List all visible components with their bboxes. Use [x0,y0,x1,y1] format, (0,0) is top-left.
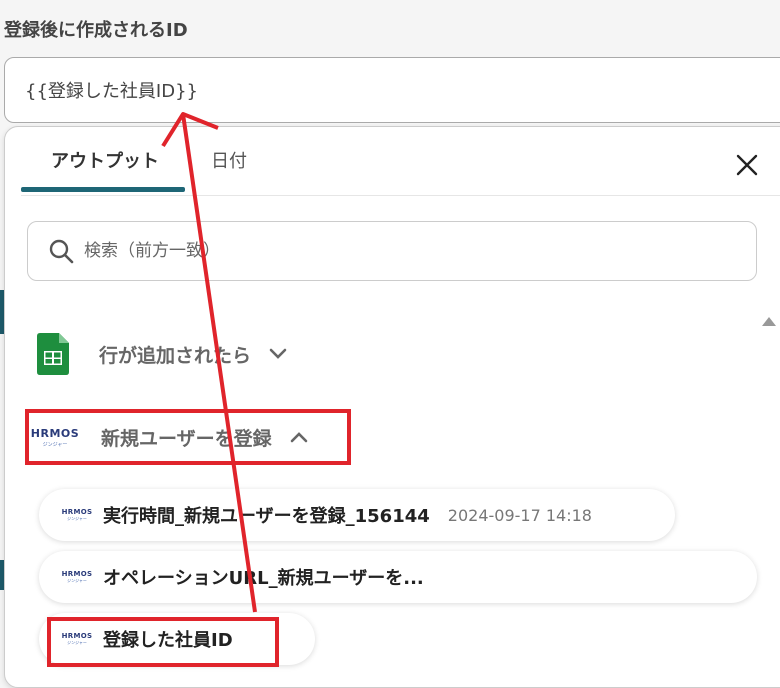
google-sheets-icon [37,333,69,375]
tab-bar: アウトプット 日付 [21,127,780,196]
group-label: 行が追加されたら [99,344,252,367]
output-item-label: 登録した社員ID [103,630,233,651]
logo-subtext: ジンジャー [67,516,87,521]
logo-text: HRMOS [61,632,93,640]
id-field[interactable]: {{登録した社員ID}} [4,57,780,123]
output-item[interactable]: HRMOS ジンジャー オペレーションURL_新規ユーザーを... [39,551,757,603]
logo-text: HRMOS [30,426,80,440]
logo-text: HRMOS [61,570,93,578]
logo-subtext: ジンジャー [67,578,87,583]
field-label: 登録後に作成されるID [4,20,188,41]
output-item[interactable]: HRMOS ジンジャー 登録した社員ID [39,613,315,665]
search-icon [49,239,74,264]
search-box [27,221,757,281]
output-picker-popup: アウトプット 日付 行が追加されたら HRMOS ジンジャ [4,126,780,688]
hrmos-logo: HRMOS ジンジャー [59,632,95,646]
hrmos-logo: HRMOS ジンジャー [59,508,95,522]
hrmos-logo: HRMOS ジンジャー [59,570,95,584]
group-label: 新規ユーザーを登録 [101,427,272,450]
tab-output[interactable]: アウトプット [51,147,159,173]
id-field-value: {{登録した社員ID}} [25,81,198,102]
logo-subtext: ジンジャー [67,640,87,645]
output-item[interactable]: HRMOS ジンジャー 実行時間_新規ユーザーを登録_156144 2024-0… [39,489,675,541]
close-icon[interactable] [735,153,759,177]
logo-text: HRMOS [61,508,93,516]
chevron-down-icon [269,348,287,359]
chevron-up-icon [290,432,307,443]
hrmos-logo: HRMOS ジンジャー [31,417,79,457]
search-input[interactable] [82,240,686,262]
group-row-rows-added[interactable]: 行が追加されたら [35,332,287,376]
output-item-value: 2024-09-17 14:18 [447,505,592,525]
output-item-label: 実行時間_新規ユーザーを登録_156144 [103,506,430,527]
active-tab-indicator [21,187,185,192]
tab-date[interactable]: 日付 [211,147,247,173]
scroll-up-icon[interactable] [762,317,776,326]
group-row-register-user[interactable]: HRMOS ジンジャー 新規ユーザーを登録 [25,409,351,465]
output-item-label: オペレーションURL_新規ユーザーを... [103,568,424,589]
logo-subtext: ジンジャー [42,441,68,448]
